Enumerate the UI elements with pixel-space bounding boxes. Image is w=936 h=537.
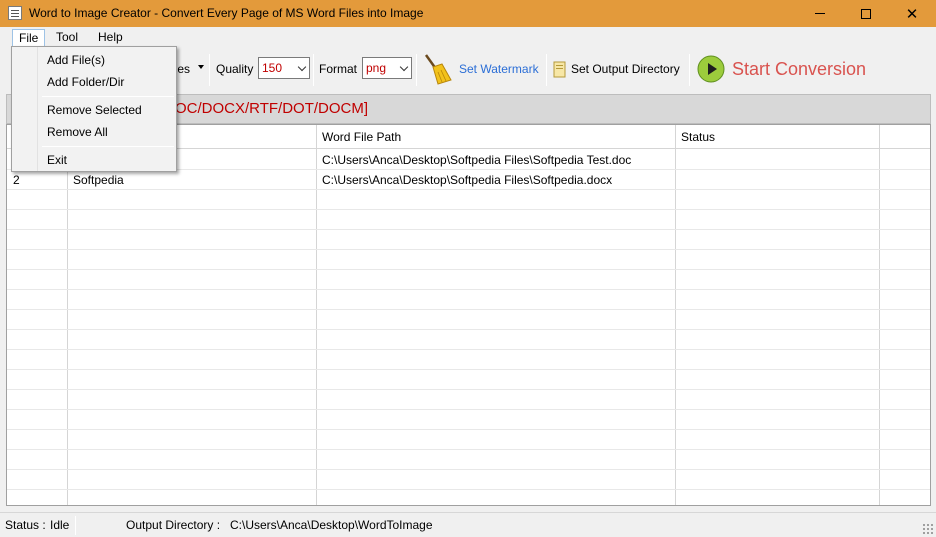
quality-label: Quality	[216, 62, 254, 76]
table-row[interactable]	[7, 350, 930, 370]
start-conversion-button[interactable]: Start Conversion	[732, 59, 866, 80]
minimize-button[interactable]	[797, 0, 843, 27]
table-row[interactable]	[7, 190, 930, 210]
table-row[interactable]	[7, 450, 930, 470]
table-row[interactable]	[7, 470, 930, 490]
menu-remove-all[interactable]: Remove All	[47, 125, 108, 139]
menu-file[interactable]: File	[12, 29, 46, 47]
toolbar-separator	[546, 54, 547, 86]
menu-add-files[interactable]: Add File(s)	[47, 53, 105, 67]
play-icon[interactable]	[697, 55, 725, 83]
menu-add-folder[interactable]: Add Folder/Dir	[47, 75, 124, 89]
table-row[interactable]	[7, 310, 930, 330]
table-row[interactable]	[7, 230, 930, 250]
quality-value: 150	[262, 61, 283, 75]
menu-icon-strip	[12, 47, 38, 171]
menu-exit[interactable]: Exit	[47, 153, 67, 167]
output-directory-label: Output Directory :	[126, 518, 221, 532]
table-row[interactable]	[7, 330, 930, 350]
toolbar-separator	[209, 54, 210, 86]
output-directory-value: C:\Users\Anca\Desktop\WordToImage	[230, 518, 433, 532]
status-value: Idle	[50, 518, 70, 532]
chevron-down-icon	[297, 62, 307, 72]
table-row[interactable]: 2 Softpedia C:\Users\Anca\Desktop\Softpe…	[7, 170, 930, 190]
file-types-text: OC/DOCX/RTF/DOT/DOCM]	[175, 100, 369, 117]
menu-bar: File Tool Help	[0, 27, 936, 47]
column-header-path[interactable]: Word File Path	[322, 130, 401, 144]
format-label: Format	[319, 62, 358, 76]
minimize-icon	[815, 13, 825, 14]
menu-remove-selected[interactable]: Remove Selected	[47, 103, 142, 117]
table-row[interactable]	[7, 430, 930, 450]
file-grid[interactable]: Word File Path Status C:\Users\Anca\Desk…	[6, 124, 931, 506]
toolbar-separator	[416, 54, 417, 86]
table-row[interactable]	[7, 390, 930, 410]
maximize-button[interactable]	[843, 0, 889, 27]
close-icon: ✕	[905, 5, 919, 23]
file-menu-dropdown: Add File(s) Add Folder/Dir Remove Select…	[11, 46, 177, 172]
menu-separator	[42, 96, 174, 97]
folder-icon[interactable]	[553, 60, 567, 78]
close-button[interactable]: ✕	[889, 0, 935, 27]
row-name: Softpedia	[73, 173, 124, 187]
set-output-directory-button[interactable]: Set Output Directory	[571, 62, 680, 76]
table-row[interactable]	[7, 250, 930, 270]
dropdown-arrow-icon[interactable]	[198, 65, 204, 69]
title-bar: Word to Image Creator - Convert Every Pa…	[0, 0, 936, 27]
resize-grip[interactable]	[922, 523, 934, 535]
table-row[interactable]	[7, 370, 930, 390]
menu-tool[interactable]: Tool	[50, 29, 84, 47]
row-index: 2	[13, 173, 20, 187]
status-bar: Status : Idle Output Directory : C:\User…	[0, 512, 936, 537]
row-path: C:\Users\Anca\Desktop\Softpedia Files\So…	[322, 153, 632, 167]
broom-icon[interactable]	[420, 52, 454, 86]
status-separator	[75, 516, 76, 535]
table-row[interactable]	[7, 210, 930, 230]
quality-select[interactable]: 150	[258, 57, 310, 79]
chevron-down-icon	[399, 62, 409, 72]
window-title: Word to Image Creator - Convert Every Pa…	[29, 6, 424, 20]
menu-separator	[42, 146, 174, 147]
format-select[interactable]: png	[362, 57, 412, 79]
app-icon	[8, 6, 22, 20]
table-row[interactable]	[7, 290, 930, 310]
menu-help[interactable]: Help	[92, 29, 129, 47]
row-path: C:\Users\Anca\Desktop\Softpedia Files\So…	[322, 173, 613, 187]
format-value: png	[366, 61, 387, 75]
status-label: Status :	[5, 518, 46, 532]
toolbar-separator	[689, 54, 690, 86]
column-header-status[interactable]: Status	[681, 130, 715, 144]
toolbar-separator	[313, 54, 314, 86]
table-row[interactable]	[7, 270, 930, 290]
set-watermark-button[interactable]: Set Watermark	[459, 62, 539, 76]
maximize-icon	[861, 8, 871, 19]
table-row[interactable]	[7, 410, 930, 430]
